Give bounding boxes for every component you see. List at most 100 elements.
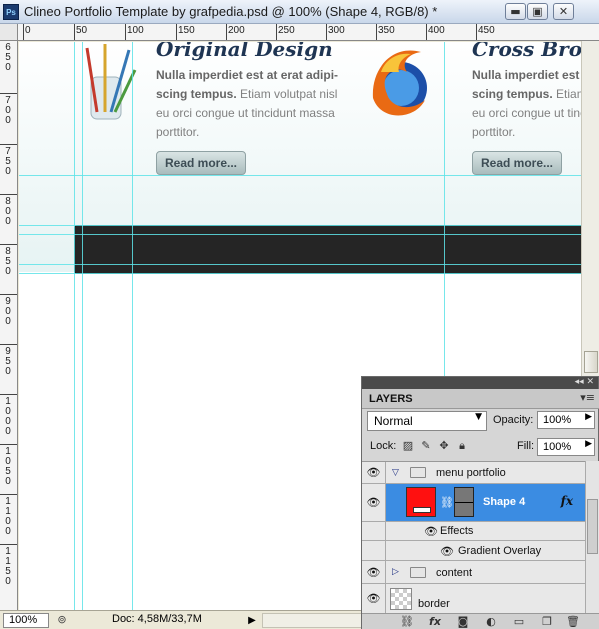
chevron-down-icon: ▼ (475, 412, 482, 422)
eye-icon[interactable]: 👁︎ (362, 462, 386, 483)
panel-menu-icon[interactable]: ▾≡ (580, 391, 595, 404)
maximize-button[interactable]: ▣ (527, 3, 548, 20)
eye-icon[interactable] (362, 541, 386, 560)
guide-line[interactable] (19, 273, 581, 274)
lock-position-icon[interactable]: ✥ (438, 440, 450, 452)
menu-bar-shape[interactable] (74, 225, 581, 274)
window-title: Clineo Portfolio Template by grafpedia.p… (24, 4, 438, 19)
eye-icon[interactable]: 👁︎ (362, 584, 386, 613)
vertical-ruler[interactable]: 650 700 750 800 850 900 950 1000 1050 11… (0, 41, 18, 610)
scroll-thumb[interactable] (584, 351, 598, 373)
guide-line[interactable] (19, 234, 581, 235)
ruler-label: 50 (76, 25, 88, 36)
layer-name: border (418, 598, 450, 610)
collapse-triangle-icon[interactable]: ▽ (392, 468, 399, 478)
shape-thumbnail (406, 487, 436, 517)
vertical-scrollbar[interactable] (581, 41, 599, 376)
ruler-origin[interactable] (0, 24, 18, 41)
eye-icon[interactable]: 👁︎ (362, 484, 386, 521)
guide-line[interactable] (19, 264, 581, 265)
ruler-label: 0 (25, 25, 31, 36)
delete-layer-icon[interactable]: 🗑︎ (566, 615, 580, 628)
ruler-label: 300 (328, 25, 345, 36)
guide-line[interactable] (19, 225, 581, 226)
guide-line[interactable] (82, 42, 83, 610)
lock-all-icon[interactable]: 🔒︎ (456, 440, 468, 452)
ruler-label: 850 (5, 246, 11, 277)
layer-row-content[interactable]: 👁︎ ▷ content (362, 561, 585, 584)
ruler-label: 250 (278, 25, 295, 36)
lock-transparency-icon[interactable]: ▨ (402, 440, 414, 452)
new-layer-icon[interactable]: ❐ (540, 615, 554, 628)
expand-triangle-icon[interactable]: ▷ (392, 567, 399, 577)
layer-thumbnail (390, 588, 412, 610)
chevron-right-icon[interactable]: ▶ (585, 439, 592, 449)
guide-line[interactable] (74, 42, 75, 610)
gradient-overlay-label: Gradient Overlay (458, 545, 542, 557)
layer-row-border[interactable]: 👁︎ border (362, 584, 585, 613)
ruler-label: 200 (228, 25, 245, 36)
gradient-eye-icon[interactable]: 👁︎ (440, 545, 454, 558)
effects-eye-icon[interactable]: 👁︎ (424, 525, 438, 538)
firefox-icon (372, 50, 427, 116)
lock-image-icon[interactable]: ✎ (420, 440, 432, 452)
lock-label: Lock: (370, 440, 397, 452)
horizontal-ruler[interactable]: 0 50 100 150 200 250 300 350 400 450 (18, 24, 599, 41)
read-more-button[interactable]: Read more... (472, 151, 562, 175)
layer-row-gradient-overlay[interactable]: 👁︎ Gradient Overlay (362, 541, 585, 561)
ruler-label: 900 (5, 296, 11, 327)
fill-field[interactable]: 100% ▶ (537, 438, 595, 456)
doc-size-info: Doc: 4,58M/33,7M (112, 613, 202, 625)
opacity-field[interactable]: 100% ▶ (537, 411, 595, 429)
blend-mode-select[interactable]: Normal ▼ (367, 411, 487, 431)
add-mask-icon[interactable]: ◙ (456, 615, 470, 628)
layer-name: menu portfolio (436, 467, 506, 479)
eye-icon[interactable] (362, 522, 386, 540)
zoom-icon[interactable]: ⊚ (54, 613, 70, 628)
horizontal-scrollbar[interactable] (262, 613, 362, 628)
folder-icon (410, 567, 426, 578)
panel-header: ◂◂ ✕ (362, 377, 598, 389)
ruler-label: 650 (5, 42, 11, 73)
layer-row-effects[interactable]: 👁︎ Effects (362, 522, 585, 541)
layers-scrollbar[interactable] (585, 461, 599, 613)
ruler-label: 1100 (5, 496, 11, 537)
layer-row-menu-portfolio[interactable]: 👁︎ ▽ menu portfolio (362, 462, 585, 484)
photoshop-window: Ps Clineo Portfolio Template by grafpedi… (0, 0, 599, 629)
link-layers-icon[interactable]: ⛓︎ (400, 615, 414, 628)
link-icon[interactable]: ⛓︎ (440, 496, 454, 509)
brushes-icon (85, 44, 137, 120)
minimize-button[interactable]: ▬ (505, 3, 526, 20)
adjustment-layer-icon[interactable]: ◐ (484, 615, 498, 628)
collapse-icon[interactable]: ◂◂ ✕ (575, 377, 594, 387)
ruler-label: 750 (5, 146, 11, 177)
layers-toolbar: ⛓︎ fx ◙ ◐ ▭ ❐ 🗑︎ (362, 613, 599, 629)
photoshop-icon: Ps (3, 4, 19, 20)
layer-row-shape4[interactable]: 👁︎ ⛓︎ Shape 4 fx (362, 484, 585, 522)
add-style-icon[interactable]: fx (428, 615, 442, 628)
guide-line[interactable] (19, 175, 581, 176)
layers-tab[interactable]: LAYERS ▾≡ (362, 389, 599, 409)
opacity-value: 100% (543, 414, 572, 426)
title-bar: Ps Clineo Portfolio Template by grafpedi… (0, 0, 599, 24)
ruler-label: 700 (5, 95, 11, 126)
scroll-thumb[interactable] (587, 499, 598, 554)
layers-panel: ◂◂ ✕ LAYERS ▾≡ Normal ▼ Opacity: 100% ▶ … (361, 376, 599, 629)
layers-tab-label: LAYERS (369, 393, 413, 405)
close-button[interactable]: ✕ (553, 3, 574, 20)
status-menu-arrow-icon[interactable]: ▶ (246, 613, 258, 628)
guide-line[interactable] (132, 42, 133, 610)
chevron-right-icon[interactable]: ▶ (585, 412, 592, 422)
fill-value: 100% (543, 441, 572, 453)
vector-mask-thumbnail (454, 487, 474, 517)
fx-icon[interactable]: fx (561, 494, 573, 508)
read-more-button[interactable]: Read more... (156, 151, 246, 175)
ruler-label: 100 (127, 25, 144, 36)
feature-text: Nulla imperdiet est at erat adipi-scing … (156, 66, 346, 142)
layer-effects-label: Effects (440, 525, 474, 537)
new-group-icon[interactable]: ▭ (512, 615, 526, 628)
blend-mode-value: Normal (374, 414, 413, 428)
eye-icon[interactable]: 👁︎ (362, 561, 386, 583)
ruler-label: 950 (5, 346, 11, 377)
zoom-field[interactable]: 100% (3, 613, 49, 628)
